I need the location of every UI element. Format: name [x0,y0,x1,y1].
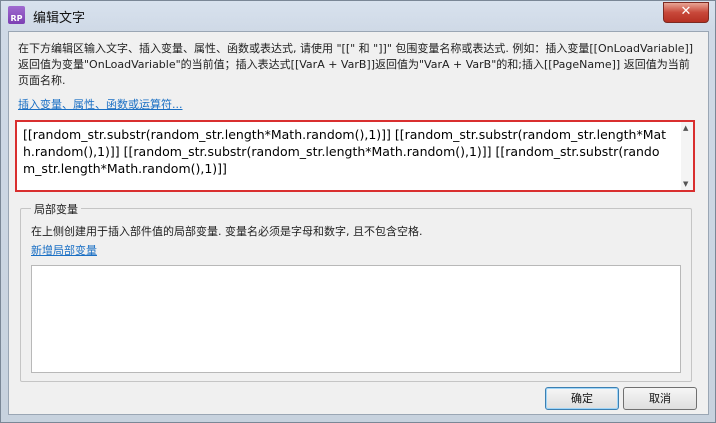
cancel-button[interactable]: 取消 [623,387,697,410]
scroll-up-arrow-icon[interactable]: ▲ [683,124,688,132]
title-bar[interactable]: RP 编辑文字 ✕ [1,1,715,31]
text-editor[interactable]: [[random_str.substr(random_str.length*Ma… [15,120,695,192]
axure-rp-icon: RP [8,6,25,24]
local-variables-legend: 局部变量 [31,201,81,217]
ok-button[interactable]: 确定 [545,387,619,410]
dialog-body: 在下方编辑区输入文字、插入变量、属性、函数或表达式, 请使用 "[[" 和 "]… [8,31,709,415]
instructions-text: 在下方编辑区输入文字、插入变量、属性、函数或表达式, 请使用 "[[" 和 "]… [18,42,694,87]
dialog-title: 编辑文字 [33,11,86,26]
insert-variable-link[interactable]: 插入变量、属性、函数或运算符... [18,96,183,112]
editor-content[interactable]: [[random_str.substr(random_str.length*Ma… [23,126,671,177]
add-local-variable-link[interactable]: 新增局部变量 [31,242,97,258]
local-variables-desc: 在上侧创建用于插入部件值的局部变量. 变量名必须是字母和数字, 且不包含空格. [31,225,423,238]
close-button[interactable]: ✕ [663,2,709,23]
editor-scrollbar[interactable]: ▲ ▼ [681,122,693,190]
scroll-down-arrow-icon[interactable]: ▼ [683,180,688,188]
edit-text-dialog: RP 编辑文字 ✕ 在下方编辑区输入文字、插入变量、属性、函数或表达式, 请使用… [0,0,716,423]
local-variables-list[interactable] [31,265,681,373]
local-variables-group: 局部变量 在上侧创建用于插入部件值的局部变量. 变量名必须是字母和数字, 且不包… [20,201,692,382]
close-icon: ✕ [680,4,692,19]
